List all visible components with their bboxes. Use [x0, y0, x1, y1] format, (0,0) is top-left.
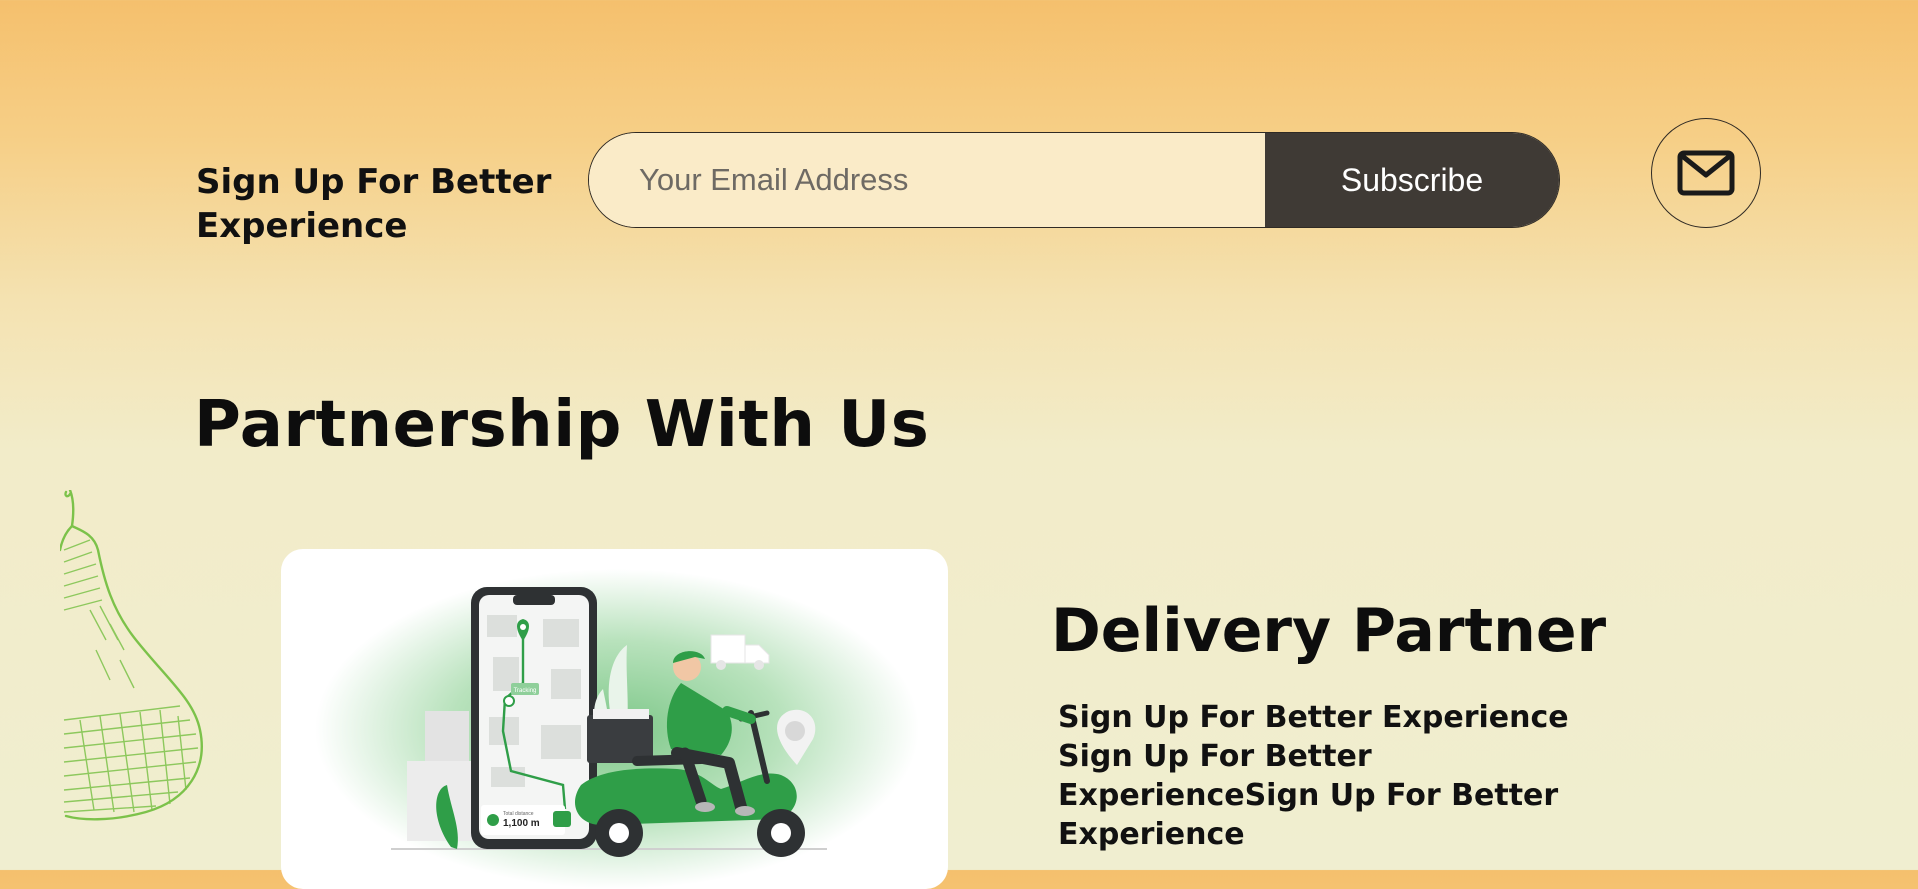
partner-description: Sign Up For Better Experience Sign Up Fo…	[1058, 700, 1569, 852]
section-title: Partnership With Us	[194, 388, 930, 462]
partner-title: Delivery Partner	[1051, 596, 1607, 666]
svg-text:Tracking: Tracking	[514, 688, 537, 694]
delivery-scooter-illustration: Tracking Total distance 1,100 m	[315, 569, 919, 889]
svg-text:Total distance: Total distance	[503, 811, 534, 817]
mail-icon	[1677, 150, 1735, 196]
subscribe-button[interactable]: Subscribe	[1265, 133, 1559, 227]
mail-button[interactable]	[1651, 118, 1761, 228]
email-input[interactable]	[589, 133, 1265, 227]
newsletter-form: Subscribe	[588, 132, 1560, 228]
svg-text:1,100 m: 1,100 m	[503, 818, 540, 829]
pear-sketch-icon	[60, 490, 203, 821]
delivery-partner-card[interactable]: Tracking Total distance 1,100 m	[281, 549, 948, 889]
signup-title: Sign Up For Better Experience	[196, 162, 552, 246]
